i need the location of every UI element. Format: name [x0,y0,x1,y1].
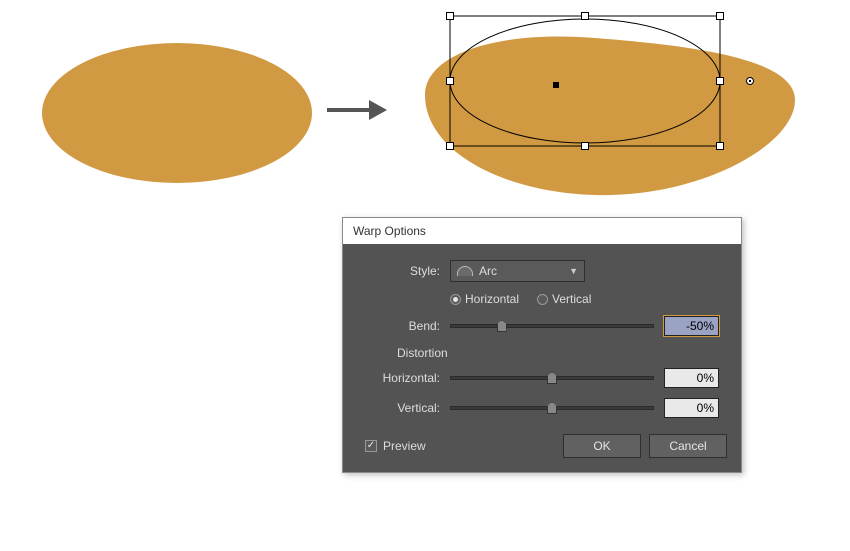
selection-center[interactable] [553,82,559,88]
radio-icon [537,294,548,305]
dist-v-label: Vertical: [365,401,450,415]
orientation-vertical-radio[interactable]: Vertical [537,292,591,306]
selection-handle-sw[interactable] [446,142,454,150]
dist-h-value[interactable]: 0% [664,368,719,388]
radio-icon [450,294,461,305]
orientation-group: Horizontal Vertical [450,292,591,306]
orientation-horizontal-radio[interactable]: Horizontal [450,292,519,306]
style-value: Arc [479,264,497,278]
selection-handle-n[interactable] [581,12,589,20]
warp-options-dialog: Warp Options Style: Arc ▼ Horizonta [342,217,742,473]
canvas-area: Warp Options Style: Arc ▼ Horizonta [0,0,850,551]
warped-shape-group [400,0,830,210]
bend-slider[interactable] [450,324,654,328]
bend-label: Bend: [365,319,450,333]
selection-handle-ne[interactable] [716,12,724,20]
dist-v-slider[interactable] [450,406,654,410]
chevron-down-icon: ▼ [569,266,578,276]
selection-handle-s[interactable] [581,142,589,150]
original-ellipse [42,43,312,183]
selection-handle-se[interactable] [716,142,724,150]
reference-point-handle[interactable] [746,77,754,85]
slider-thumb[interactable] [547,402,557,414]
ok-button[interactable]: OK [563,434,641,458]
style-label: Style: [365,264,450,278]
slider-thumb[interactable] [497,320,507,332]
arc-icon [457,266,473,276]
slider-thumb[interactable] [547,372,557,384]
arrow-icon [325,90,387,130]
preview-checkbox[interactable]: Preview [365,439,426,453]
style-select[interactable]: Arc ▼ [450,260,585,282]
selection-handle-e[interactable] [716,77,724,85]
distortion-label: Distortion [397,346,719,360]
selection-handle-w[interactable] [446,77,454,85]
check-icon [365,440,377,452]
warped-ellipse [425,37,795,196]
dist-h-label: Horizontal: [365,371,450,385]
selection-handle-nw[interactable] [446,12,454,20]
dialog-title: Warp Options [343,218,741,244]
bend-value[interactable]: -50% [664,316,719,336]
dist-h-slider[interactable] [450,376,654,380]
cancel-button[interactable]: Cancel [649,434,727,458]
dist-v-value[interactable]: 0% [664,398,719,418]
